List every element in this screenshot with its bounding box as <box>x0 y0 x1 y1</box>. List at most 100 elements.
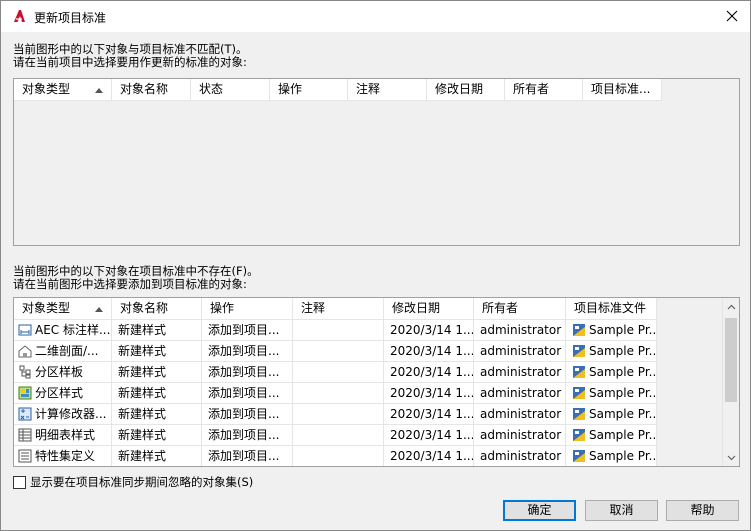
cell-text: 二维剖面/... <box>35 344 99 358</box>
cell-text: Sample Pr... <box>589 386 657 400</box>
col-object-name[interactable]: 对象名称 <box>112 298 202 320</box>
cell-file: Sample Pr... <box>566 320 657 341</box>
cell-owner: administrator <box>474 446 566 466</box>
scroll-down-button[interactable] <box>723 449 739 466</box>
col-project-standard[interactable]: 项目标准... <box>583 79 662 101</box>
title-bar: 更新项目标准 <box>1 1 750 32</box>
cell-text: administrator <box>480 365 562 379</box>
table-row[interactable]: AEC 标注样... 新建样式 添加到项目... 2020/3/14 1... admi… <box>14 320 657 341</box>
property-set-icon <box>18 449 32 463</box>
col-action[interactable]: 操作 <box>270 79 348 101</box>
dimension-style-icon <box>18 323 32 337</box>
cell-text: Sample Pr... <box>589 428 657 442</box>
missing-label: 当前图形中的以下对象在项目标准中不存在(F)。 <box>13 264 259 278</box>
table-row[interactable]: 特性集定义 新建样式 添加到项目... 2020/3/14 1... administr… <box>14 446 657 466</box>
cancel-button[interactable]: 取消 <box>585 500 658 521</box>
cell-name: 新建样式 <box>112 404 202 425</box>
cell-action: 添加到项目... <box>202 362 293 383</box>
col-object-name[interactable]: 对象名称 <box>112 79 191 101</box>
cell-text: Sample Pr... <box>589 323 657 337</box>
mismatch-label: 当前图形中的以下对象与项目标准不匹配(T)。 <box>13 42 248 56</box>
sort-ascending-icon <box>95 88 103 93</box>
cell-text: Sample Pr... <box>589 449 657 463</box>
standards-file-icon <box>572 365 586 379</box>
cell-type: 二维剖面/... <box>14 341 112 362</box>
zone-style-icon <box>18 386 32 400</box>
cell-text: 2020/3/14 1... <box>390 323 474 337</box>
col-object-type[interactable]: 对象类型 <box>14 298 112 320</box>
cell-name: 新建样式 <box>112 446 202 466</box>
cell-action: 添加到项目... <box>202 425 293 446</box>
cell-text: 计算修改器... <box>35 407 107 421</box>
missing-grid-rows: AEC 标注样... 新建样式 添加到项目... 2020/3/14 1... admi… <box>14 320 657 466</box>
cell-file: Sample Pr... <box>566 404 657 425</box>
show-ignored-objects-label: 显示要在项目标准同步期间忽略的对象集(S) <box>30 475 254 489</box>
col-action[interactable]: 操作 <box>202 298 293 320</box>
col-object-type[interactable]: 对象类型 <box>14 79 112 101</box>
standards-file-icon <box>572 344 586 358</box>
cell-note <box>293 341 384 362</box>
cell-text: 新建样式 <box>118 323 167 337</box>
cell-name: 新建样式 <box>112 383 202 404</box>
cell-file: Sample Pr... <box>566 446 657 466</box>
update-project-standards-dialog: 更新项目标准 当前图形中的以下对象与项目标准不匹配(T)。 请在当前项目中选择要… <box>0 0 751 531</box>
cell-text: 添加到项目... <box>208 386 280 400</box>
cell-type: 计算修改器... <box>14 404 112 425</box>
calculation-modifier-icon <box>18 407 32 421</box>
cell-text: 2020/3/14 1... <box>390 449 474 463</box>
cell-date: 2020/3/14 1... <box>384 383 474 404</box>
cell-note <box>293 446 384 466</box>
cell-date: 2020/3/14 1... <box>384 341 474 362</box>
cell-file: Sample Pr... <box>566 341 657 362</box>
missing-grid[interactable]: 对象类型 对象名称 操作 注释 修改日期 所有者 项目标准文件 AEC 标注样.… <box>13 297 740 467</box>
col-owner[interactable]: 所有者 <box>474 298 566 320</box>
show-ignored-objects-option[interactable]: 显示要在项目标准同步期间忽略的对象集(S) <box>13 474 253 490</box>
ok-button[interactable]: 确定 <box>503 500 576 521</box>
cell-text: administrator <box>480 344 562 358</box>
table-row[interactable]: 明细表样式 新建样式 添加到项目... 2020/3/14 1... administr… <box>14 425 657 446</box>
cell-date: 2020/3/14 1... <box>384 362 474 383</box>
close-button[interactable] <box>720 4 744 28</box>
cell-date: 2020/3/14 1... <box>384 425 474 446</box>
col-owner[interactable]: 所有者 <box>505 79 583 101</box>
table-row[interactable]: 计算修改器... 新建样式 添加到项目... 2020/3/14 1... admini… <box>14 404 657 425</box>
vertical-scrollbar[interactable] <box>722 298 739 466</box>
autocad-app-icon <box>14 10 25 22</box>
cell-text: Sample Pr... <box>589 365 657 379</box>
col-notes[interactable]: 注释 <box>348 79 427 101</box>
mismatch-instruction: 请在当前项目中选择要用作更新的标准的对象: <box>13 55 247 69</box>
cell-owner: administrator <box>474 362 566 383</box>
cell-type: 特性集定义 <box>14 446 112 466</box>
cell-action: 添加到项目... <box>202 446 293 466</box>
cell-file: Sample Pr... <box>566 362 657 383</box>
col-notes[interactable]: 注释 <box>293 298 384 320</box>
standards-file-icon <box>572 323 586 337</box>
mismatch-grid[interactable]: 对象类型 对象名称 状态 操作 注释 修改日期 所有者 项目标准... <box>13 78 740 246</box>
scrollbar-thumb[interactable] <box>725 318 737 402</box>
standards-file-icon <box>572 449 586 463</box>
cell-type: AEC 标注样... <box>14 320 112 341</box>
cell-text: 新建样式 <box>118 407 167 421</box>
section-elevation-icon <box>18 344 32 358</box>
table-row[interactable]: 分区样式 新建样式 添加到项目... 2020/3/14 1... administra… <box>14 383 657 404</box>
table-row[interactable]: 二维剖面/... 新建样式 添加到项目... 2020/3/14 1... admini… <box>14 341 657 362</box>
col-modified-date[interactable]: 修改日期 <box>384 298 474 320</box>
col-modified-date[interactable]: 修改日期 <box>427 79 505 101</box>
cell-owner: administrator <box>474 425 566 446</box>
col-status[interactable]: 状态 <box>191 79 270 101</box>
cell-text: administrator <box>480 407 562 421</box>
cell-text: 新建样式 <box>118 344 167 358</box>
cell-text: Sample Pr... <box>589 407 657 421</box>
help-button[interactable]: 帮助 <box>666 500 739 521</box>
table-row[interactable]: 分区样板 新建样式 添加到项目... 2020/3/14 1... administra… <box>14 362 657 383</box>
cell-text: 2020/3/14 1... <box>390 344 474 358</box>
cell-date: 2020/3/14 1... <box>384 404 474 425</box>
show-ignored-objects-checkbox[interactable] <box>13 475 26 489</box>
cell-text: Sample Pr... <box>589 344 657 358</box>
cell-action: 添加到项目... <box>202 320 293 341</box>
cell-text: 2020/3/14 1... <box>390 407 474 421</box>
scroll-up-button[interactable] <box>723 298 739 315</box>
cell-text: 分区样式 <box>35 386 84 400</box>
col-project-standard-file[interactable]: 项目标准文件 <box>566 298 657 320</box>
cell-text: 特性集定义 <box>35 449 96 463</box>
